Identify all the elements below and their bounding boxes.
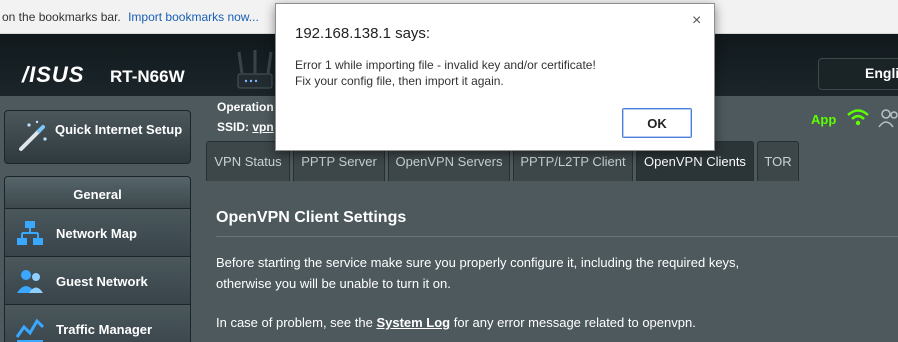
router-model-name: RT-N66W: [110, 67, 185, 86]
help-text-prefix: In case of problem, see the: [216, 315, 377, 330]
quick-internet-setup-button[interactable]: Quick Internet Setup: [4, 110, 191, 164]
import-bookmarks-link[interactable]: Import bookmarks now...: [128, 10, 259, 24]
bookmarks-hint-text: on the bookmarks bar.: [2, 10, 121, 24]
network-map-icon: [17, 221, 43, 245]
language-select[interactable]: Engli: [818, 58, 898, 90]
ssid-value-link[interactable]: vpn: [252, 120, 273, 134]
help-text-suffix: for any error message related to openvpn…: [450, 315, 696, 330]
main-content: OpenVPN Client Settings Before starting …: [206, 181, 898, 342]
sidebar-item-traffic-manager[interactable]: Traffic Manager: [4, 305, 191, 342]
wifi-icon[interactable]: [846, 108, 870, 128]
magic-wand-icon: [19, 120, 47, 151]
users-icon[interactable]: [878, 108, 898, 128]
router-image-icon: [237, 50, 273, 89]
ok-button[interactable]: OK: [622, 108, 692, 138]
sidebar-item-label: Traffic Manager: [56, 322, 153, 337]
dialog-title: 192.168.138.1 says:: [295, 25, 431, 42]
system-log-link[interactable]: System Log: [376, 315, 450, 330]
sidebar-item-label: Network Map: [56, 226, 137, 241]
sidebar-item-guest-network[interactable]: Guest Network: [4, 257, 191, 305]
sidebar-section-general: General: [4, 176, 191, 209]
quick-internet-setup-label: Quick Internet Setup: [55, 122, 182, 137]
tab-tor[interactable]: TOR: [757, 141, 799, 181]
intro-paragraph: Before starting the service make sure yo…: [216, 255, 740, 291]
sidebar-item-label: Guest Network: [56, 274, 148, 289]
sidebar-item-network-map[interactable]: Network Map: [4, 209, 191, 257]
page-title: OpenVPN Client Settings: [216, 209, 407, 226]
app-link[interactable]: App: [811, 112, 836, 127]
operation-mode-label: Operation: [217, 100, 274, 114]
quick-setup-text: Quick Internet Setup: [55, 122, 183, 137]
alert-dialog: 192.168.138.1 says: × Error 1 while impo…: [275, 3, 715, 151]
dialog-message-line2: Fix your config file, then import it aga…: [295, 74, 504, 88]
guest-network-icon: [17, 270, 43, 293]
ssid-label: SSID:: [217, 120, 250, 134]
divider: [216, 236, 898, 237]
asus-logo: /ISUS: [22, 62, 85, 87]
dialog-message: Error 1 while importing file - invalid k…: [295, 57, 596, 89]
close-icon[interactable]: ×: [692, 12, 701, 30]
traffic-manager-icon: [15, 318, 45, 342]
ssid-line: SSID: vpn: [217, 120, 274, 134]
help-paragraph: In case of problem, see the System Log f…: [216, 315, 696, 330]
dialog-message-line1: Error 1 while importing file - invalid k…: [295, 58, 596, 72]
